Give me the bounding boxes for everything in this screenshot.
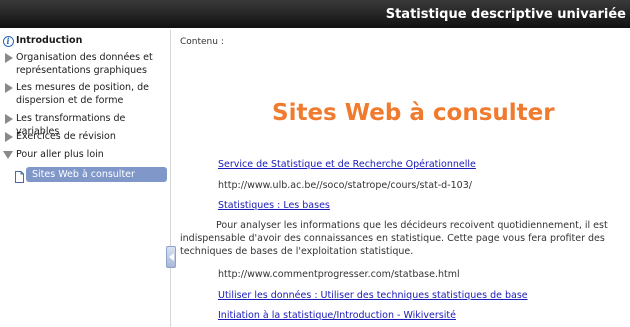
link-service-statistique[interactable]: Service de Statistique et de Recherche O… [218,159,476,170]
link-utiliser-les-donnees[interactable]: Utiliser les données : Utiliser des tech… [218,290,528,301]
link-statistiques-les-bases[interactable]: Statistiques : Les bases [218,200,330,211]
chevron-right-icon [0,130,16,142]
sidebar-item-organisation[interactable]: Organisation des données et représentati… [0,51,166,77]
sidebar-item-label: Sites Web à consulter [32,169,135,180]
sidebar-item-exercices[interactable]: Exercices de révision [0,130,166,143]
sidebar-item-label: Pour aller plus loin [16,149,104,160]
chevron-left-icon [168,253,174,261]
page-title: Sites Web à consulter [272,100,555,126]
content-label: Contenu : [180,37,224,47]
chevron-down-icon [0,148,16,159]
sidebar-item-label: Exercices de révision [16,131,116,142]
link-initiation-statistique[interactable]: Initiation à la statistique/Introduction… [218,310,456,321]
url-text-ulb: http://www.ulb.ac.be//soco/statrope/cour… [218,180,472,191]
chevron-right-icon [0,51,16,63]
sidebar-item-introduction[interactable]: i Introduction [0,34,166,47]
sidebar-item-label: Organisation des données et représentati… [16,52,153,76]
app-title: Statistique descriptive univariée [385,6,626,22]
description-paragraph: Pour analyser les informations que les d… [180,220,608,257]
chevron-right-icon [0,81,16,93]
sidebar-collapse-handle[interactable] [166,246,176,268]
chevron-right-icon [0,112,16,124]
sidebar-item-sites-web[interactable]: Sites Web à consulter [26,167,167,182]
document-icon [15,168,24,187]
sidebar-item-label: Introduction [16,35,83,46]
sidebar-item-pour-aller-plus-loin[interactable]: Pour aller plus loin [0,148,166,161]
sidebar-item-label: Les mesures de position, de dispersion e… [16,82,149,106]
sidebar-nav: i Introduction Organisation des données … [0,30,171,327]
title-bar: Statistique descriptive univariée [0,0,630,28]
info-icon: i [0,34,16,47]
sidebar-item-mesures[interactable]: Les mesures de position, de dispersion e… [0,81,166,107]
url-text-commentprogresser: http://www.commentprogresser.com/statbas… [218,269,460,280]
